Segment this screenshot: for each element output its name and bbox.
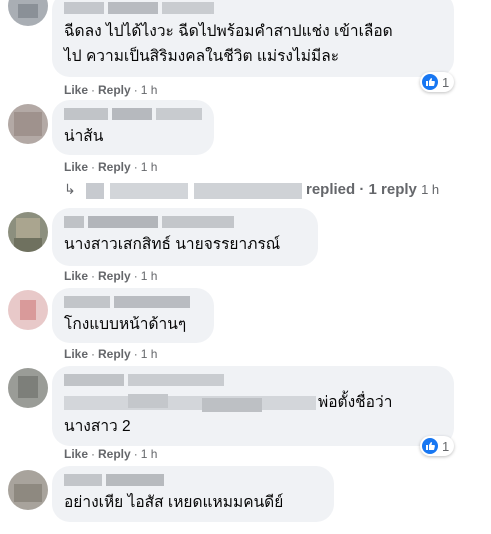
- comment-actions: Like · Reply · 1 h: [64, 347, 158, 361]
- avatar[interactable]: [8, 104, 48, 144]
- comment-text-line: พ่อตั้งชื่อว่า: [318, 394, 393, 411]
- thumbs-up-icon: [422, 438, 438, 454]
- author-name-blurred[interactable]: [64, 108, 202, 120]
- comment-bubble: อย่างเหีย ไอสัส เหยดแหมมคนดีย์: [52, 466, 334, 522]
- comment-bubble: พ่อตั้งชื่อว่า นางสาว 2: [52, 366, 454, 446]
- replier-names-blurred: [86, 183, 104, 199]
- comment-text-line: น่าส้น: [64, 128, 104, 145]
- comment-actions: Like · Reply · 1 h: [64, 447, 158, 461]
- reply-link[interactable]: Reply: [98, 269, 131, 283]
- comment-text-line: นางสาว 2: [64, 418, 131, 435]
- author-name-blurred[interactable]: [64, 374, 224, 386]
- comment-actions: Like · Reply · 1 h: [64, 83, 158, 97]
- comment-actions: Like · Reply · 1 h: [64, 269, 158, 283]
- reaction-count: 1: [442, 438, 450, 454]
- reply-time: 1 h: [421, 182, 440, 197]
- comment-bubble: โกงแบบหน้าด้านๆ: [52, 288, 214, 343]
- author-name-blurred[interactable]: [64, 474, 164, 486]
- like-link[interactable]: Like: [64, 447, 88, 461]
- avatar[interactable]: [8, 290, 48, 330]
- avatar[interactable]: [8, 0, 48, 26]
- comment-time[interactable]: 1 h: [141, 160, 158, 174]
- reply-count: 1 reply: [368, 181, 417, 198]
- author-name-blurred[interactable]: [64, 2, 214, 14]
- reply-link[interactable]: Reply: [98, 447, 131, 461]
- reply-link[interactable]: Reply: [98, 160, 131, 174]
- reply-link[interactable]: Reply: [98, 83, 131, 97]
- comment-bubble: น่าส้น: [52, 100, 214, 155]
- avatar[interactable]: [8, 470, 48, 510]
- reaction-count: 1: [442, 74, 450, 90]
- replier-names-blurred: [194, 183, 302, 199]
- avatar[interactable]: [8, 368, 48, 408]
- comment-bubble: ฉีดลง ไปได้ไงวะ ฉีดไปพร้อมคำสาปแช่ง เข้า…: [52, 0, 454, 77]
- comment-text-line: ฉีดลง ไปได้ไงวะ ฉีดไปพร้อมคำสาปแช่ง เข้า…: [64, 23, 393, 40]
- comment-time[interactable]: 1 h: [141, 347, 158, 361]
- comment-time[interactable]: 1 h: [141, 447, 158, 461]
- comment-time[interactable]: 1 h: [141, 83, 158, 97]
- comment-text-line: โกงแบบหน้าด้านๆ: [64, 316, 187, 333]
- author-name-blurred[interactable]: [64, 296, 190, 308]
- blurred-text: [128, 394, 168, 408]
- comment-actions: Like · Reply · 1 h: [64, 160, 158, 174]
- comment-text-line: อย่างเหีย ไอสัส เหยดแหมมคนดีย์: [64, 494, 284, 511]
- reply-arrow-icon: ↳: [64, 181, 76, 197]
- like-link[interactable]: Like: [64, 160, 88, 174]
- reaction-badge[interactable]: 1: [420, 72, 455, 92]
- like-link[interactable]: Like: [64, 83, 88, 97]
- thumbs-up-icon: [422, 74, 438, 90]
- replied-label: replied: [306, 181, 356, 198]
- like-link[interactable]: Like: [64, 269, 88, 283]
- comment-text-line: นางสาวเสกสิทธ์ นายจรรยาภรณ์: [64, 236, 281, 253]
- comment-text-line: ไป ความเป็นสิริมงคลในชีวิต แม่รงไม่มีละ: [64, 48, 340, 65]
- like-link[interactable]: Like: [64, 347, 88, 361]
- comment-time[interactable]: 1 h: [141, 269, 158, 283]
- avatar[interactable]: [8, 212, 48, 252]
- blurred-text: [64, 396, 316, 410]
- replier-names-blurred: [110, 183, 188, 199]
- author-name-blurred[interactable]: [64, 216, 234, 228]
- comment-bubble: นางสาวเสกสิทธ์ นายจรรยาภรณ์: [52, 208, 318, 266]
- reaction-badge[interactable]: 1: [420, 436, 455, 456]
- blurred-text: [202, 398, 262, 412]
- reply-link[interactable]: Reply: [98, 347, 131, 361]
